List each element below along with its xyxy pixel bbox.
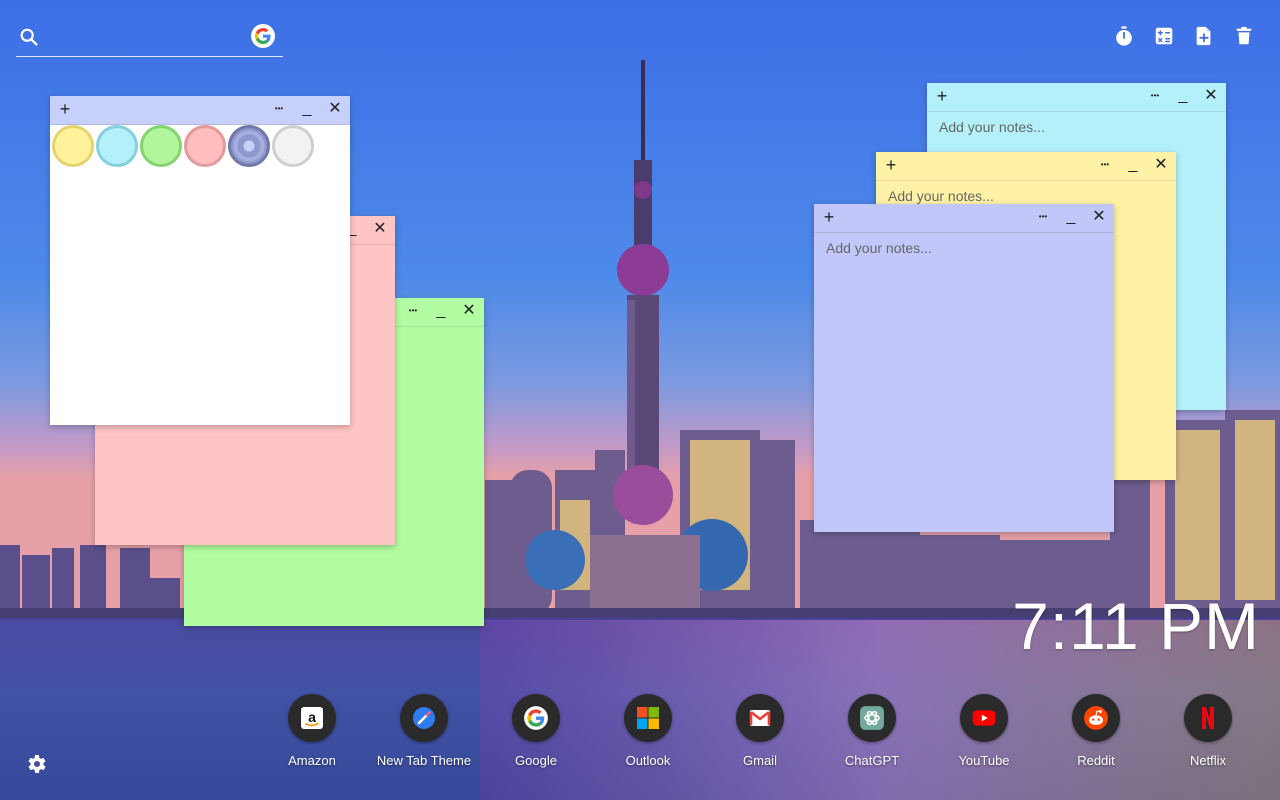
shortcut-circle: [400, 694, 448, 742]
youtube-icon: [972, 710, 996, 726]
gear-icon: [28, 755, 46, 773]
close-icon[interactable]: ✕: [460, 302, 478, 320]
shortcut-new-tab-theme[interactable]: New Tab Theme: [368, 694, 480, 768]
calculator-icon: [1155, 27, 1173, 45]
add-note-button[interactable]: [1192, 24, 1216, 48]
shortcut-label: Amazon: [288, 753, 336, 768]
shortcut-gmail[interactable]: Gmail: [704, 694, 816, 768]
sticky-note-white: + ••• _ ✕: [50, 96, 350, 425]
shortcut-label: Google: [515, 753, 557, 768]
shortcut-netflix[interactable]: Netflix: [1152, 694, 1264, 768]
more-options-icon[interactable]: •••: [1034, 208, 1052, 226]
close-icon[interactable]: ✕: [1090, 208, 1108, 226]
search-icon[interactable]: [18, 26, 40, 48]
add-note-icon[interactable]: +: [820, 207, 838, 227]
color-swatch-green[interactable]: [140, 125, 182, 167]
google-icon: [255, 28, 271, 44]
shortcut-label: Reddit: [1077, 753, 1115, 768]
close-icon[interactable]: ✕: [371, 220, 389, 238]
shortcut-circle: a: [288, 694, 336, 742]
add-note-icon[interactable]: +: [933, 86, 951, 106]
shortcut-circle: [960, 694, 1008, 742]
shortcut-amazon[interactable]: a Amazon: [256, 694, 368, 768]
minimize-icon[interactable]: _: [1124, 156, 1142, 174]
google-search-button[interactable]: [251, 24, 275, 48]
new-tab-theme-icon: [413, 707, 435, 729]
shortcut-reddit[interactable]: Reddit: [1040, 694, 1152, 768]
settings-button[interactable]: [24, 752, 48, 776]
shortcut-label: ChatGPT: [844, 753, 900, 768]
chatgpt-icon: [860, 706, 884, 730]
color-palette: [50, 125, 314, 167]
shortcut-label: Gmail: [743, 753, 777, 768]
sticky-note-blue: + ••• _ ✕: [814, 204, 1114, 532]
google-icon: [524, 706, 548, 730]
shortcut-google[interactable]: Google: [480, 694, 592, 768]
add-note-icon[interactable]: +: [56, 99, 74, 119]
svg-text:a: a: [308, 709, 316, 725]
shortcut-circle: [848, 694, 896, 742]
minimize-icon[interactable]: _: [432, 302, 450, 320]
shortcut-circle: [512, 694, 560, 742]
reddit-icon: [1084, 706, 1108, 730]
more-options-icon[interactable]: •••: [270, 100, 288, 118]
note-textarea[interactable]: [824, 238, 1104, 524]
more-options-icon[interactable]: •••: [1146, 87, 1164, 105]
close-icon[interactable]: ✕: [1202, 87, 1220, 105]
shortcut-youtube[interactable]: YouTube: [928, 694, 1040, 768]
minimize-icon[interactable]: _: [298, 100, 316, 118]
timer-icon: [1116, 26, 1132, 46]
top-toolbar: [1112, 24, 1256, 48]
minimize-icon[interactable]: _: [1062, 208, 1080, 226]
close-icon[interactable]: ✕: [1152, 156, 1170, 174]
shortcut-circle: [624, 694, 672, 742]
shortcut-label: Netflix: [1189, 753, 1227, 768]
gmail-icon: [749, 710, 771, 726]
search-bar: [16, 20, 283, 57]
netflix-icon: [1202, 707, 1214, 729]
note-header: + ••• _ ✕: [814, 204, 1114, 233]
outlook-icon: [637, 707, 659, 729]
shortcut-label: YouTube: [958, 753, 1010, 768]
trash-icon: [1236, 26, 1252, 45]
search-input[interactable]: [52, 26, 246, 50]
shortcut-circle: [1072, 694, 1120, 742]
note-textarea[interactable]: [60, 178, 340, 417]
color-swatch-pink[interactable]: [184, 125, 226, 167]
shortcut-circle: [1184, 694, 1232, 742]
more-options-icon[interactable]: •••: [1096, 156, 1114, 174]
shortcut-chatgpt[interactable]: ChatGPT: [816, 694, 928, 768]
shortcuts-dock: a Amazon New Tab Theme Google Outlook Gm…: [256, 694, 1264, 768]
amazon-icon: a: [301, 707, 323, 729]
close-icon[interactable]: ✕: [326, 100, 344, 118]
delete-all-notes-button[interactable]: [1232, 24, 1256, 48]
minimize-icon[interactable]: _: [1174, 87, 1192, 105]
color-swatch-yellow[interactable]: [52, 125, 94, 167]
note-header: + ••• _ ✕: [876, 152, 1176, 181]
add-note-icon[interactable]: +: [882, 155, 900, 175]
shortcut-label: New Tab Theme: [376, 753, 472, 768]
color-swatch-purple[interactable]: [228, 125, 270, 167]
note-header: + ••• _ ✕: [50, 96, 350, 125]
color-swatch-cyan[interactable]: [96, 125, 138, 167]
calculator-button[interactable]: [1152, 24, 1176, 48]
add-note-icon: [1196, 26, 1211, 46]
shortcut-label: Outlook: [625, 753, 671, 768]
note-header: + ••• _ ✕: [927, 83, 1226, 112]
more-options-icon[interactable]: •••: [404, 302, 422, 320]
timer-button[interactable]: [1112, 24, 1136, 48]
clock: 7:11 PM: [1012, 589, 1260, 663]
color-swatch-white[interactable]: [272, 125, 314, 167]
shortcut-outlook[interactable]: Outlook: [592, 694, 704, 768]
shortcut-circle: [736, 694, 784, 742]
